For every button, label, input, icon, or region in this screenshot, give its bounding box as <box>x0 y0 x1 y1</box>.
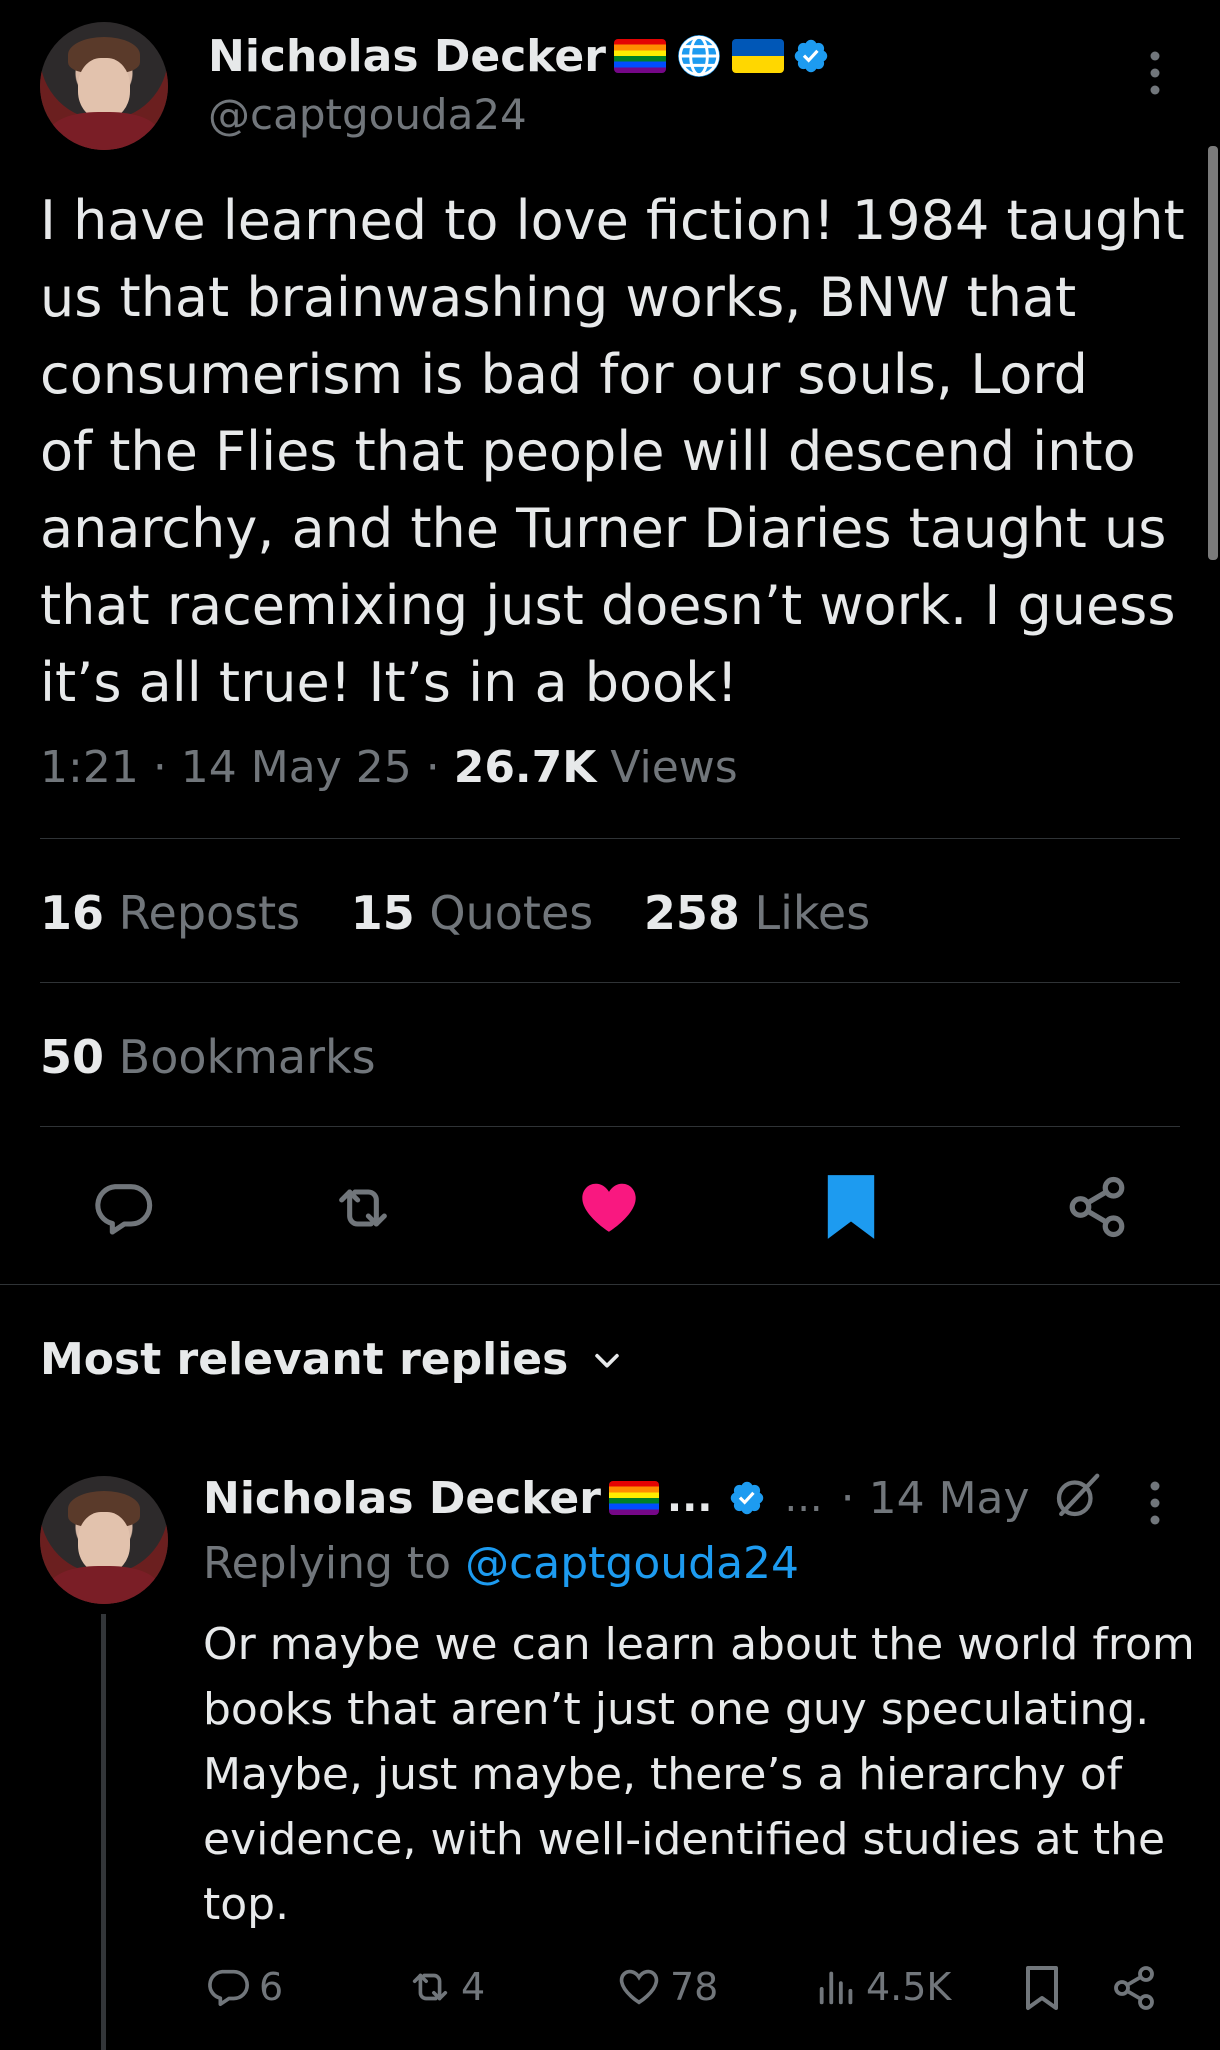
reply-text-line: top. <box>203 1879 290 1930</box>
reply-button[interactable] <box>88 1176 158 1240</box>
bookmarks-stat[interactable]: 50 Bookmarks <box>40 1030 376 1084</box>
verified-badge-icon <box>792 37 830 75</box>
bookmark-icon <box>827 1175 875 1239</box>
repost-button[interactable] <box>326 1176 400 1240</box>
likes-count: 258 <box>643 886 740 940</box>
reply-share-button[interactable] <box>1110 1964 1158 2012</box>
globe-icon <box>674 31 724 81</box>
reply-comment-button[interactable]: 6 <box>203 1964 283 2010</box>
likes-stat[interactable]: 258 Likes <box>644 886 870 940</box>
like-button[interactable] <box>574 1174 644 1240</box>
ukraine-flag-icon <box>731 39 784 73</box>
reply-text-line: books that aren’t just one guy speculati… <box>203 1684 1150 1735</box>
reply-views-button[interactable]: 4.5K <box>814 1964 951 2010</box>
reposts-count: 16 <box>40 886 105 940</box>
avatar[interactable] <box>40 22 168 150</box>
repost-icon <box>339 1189 387 1227</box>
reply-repost-button[interactable]: 4 <box>405 1964 485 2010</box>
divider <box>40 1126 1180 1127</box>
quotes-label: Quotes <box>429 886 594 940</box>
tweet-text: I have learned to love fiction! 1984 tau… <box>40 182 1190 721</box>
tweet-text-line: us that brainwashing works, BNW that <box>40 266 1077 329</box>
reply-reposts-count: 4 <box>461 1965 486 2009</box>
tweet-text-line: it’s all true! It’s in a book! <box>40 651 739 714</box>
views-count: 26.7K <box>453 742 597 793</box>
tweet-text-line: consumerism is bad for our souls, Lord <box>40 343 1088 406</box>
replying-to: Replying to @captgouda24 <box>203 1538 799 1589</box>
reply-avatar[interactable] <box>40 1476 168 1604</box>
repost-icon <box>412 1973 448 2001</box>
divider <box>40 982 1180 983</box>
tweet-text-line: anarchy, and the Turner Diaries taught u… <box>40 497 1167 560</box>
heart-icon <box>619 1969 659 2005</box>
rainbow-flag-icon <box>613 39 666 73</box>
replying-handle-link[interactable]: @captgouda24 <box>465 1538 799 1589</box>
divider <box>40 838 1180 839</box>
stats-row: 16 Reposts 15 Quotes 258 Likes <box>40 886 870 940</box>
bookmark-icon <box>1026 1966 1058 2010</box>
bookmark-button[interactable] <box>822 1172 880 1242</box>
chevron-down-icon <box>595 1353 620 1368</box>
reply-text-line: Maybe, just maybe, there’s a hierarchy o… <box>203 1749 1123 1800</box>
tweet-meta: 1:21 · 14 May 25 · 26.7K Views <box>40 742 738 793</box>
tweet-date[interactable]: 14 May 25 <box>181 742 412 793</box>
tweet-time[interactable]: 1:21 <box>40 742 139 793</box>
author-name-row: Nicholas Decker <box>208 28 830 84</box>
more-icon[interactable] <box>1140 48 1170 98</box>
author-name[interactable]: Nicholas Decker <box>208 31 606 82</box>
heart-icon <box>582 1183 636 1232</box>
reply-header: Nicholas Decker ... ... · 14 May <box>203 1466 1104 1530</box>
quotes-count: 15 <box>350 886 415 940</box>
reply-text-line: Or maybe we can learn about the world fr… <box>203 1619 1195 1670</box>
reply-views-count: 4.5K <box>866 1965 952 2009</box>
reposts-label: Reposts <box>118 886 301 940</box>
reply-likes-count: 78 <box>670 1965 719 2009</box>
share-icon <box>1114 1966 1154 2010</box>
reply-comments-count: 6 <box>259 1965 284 2009</box>
reply-text-line: evidence, with well-identified studies a… <box>203 1814 1166 1865</box>
tweet-text-line: that racemixing just doesn’t work. I gue… <box>40 574 1176 637</box>
views-icon <box>819 1971 853 2005</box>
grok-icon[interactable] <box>1050 1469 1104 1527</box>
reply-date[interactable]: · 14 May <box>841 1473 1030 1524</box>
views-label: Views <box>610 742 738 793</box>
reply-more-icon[interactable] <box>1140 1478 1170 1528</box>
author-handle[interactable]: @captgouda24 <box>208 90 527 139</box>
tweet-text-line: of the Flies that people will descend in… <box>40 420 1136 483</box>
share-icon <box>1069 1176 1125 1238</box>
thread-line <box>101 1614 106 2050</box>
scrollbar[interactable] <box>1208 146 1218 560</box>
reply-icon <box>95 1184 153 1235</box>
bookmarks-count: 50 <box>40 1030 105 1084</box>
share-button[interactable] <box>1064 1174 1130 1240</box>
replies-header: Most relevant replies <box>40 1334 569 1385</box>
reposts-stat[interactable]: 16 Reposts <box>40 886 300 940</box>
bookmarks-label: Bookmarks <box>118 1030 376 1084</box>
reply-like-button[interactable]: 78 <box>614 1964 718 2010</box>
replies-sort-dropdown[interactable]: Most relevant replies <box>40 1334 624 1385</box>
reply-bookmark-button[interactable] <box>1022 1964 1062 2012</box>
quotes-stat[interactable]: 15 Quotes <box>351 886 593 940</box>
rainbow-flag-icon <box>608 1481 659 1515</box>
verified-badge-icon <box>728 1479 766 1517</box>
tweet-text-line: I have learned to love fiction! 1984 tau… <box>40 189 1185 252</box>
replying-prefix: Replying to <box>203 1538 452 1589</box>
name-ellipsis: ... <box>666 1475 713 1521</box>
handle-ellipsis: ... <box>784 1475 823 1521</box>
reply-icon <box>208 1969 249 2007</box>
reply-text: Or maybe we can learn about the world fr… <box>203 1612 1195 1937</box>
reply-author-name[interactable]: Nicholas Decker <box>203 1473 601 1524</box>
likes-label: Likes <box>754 886 871 940</box>
section-divider <box>0 1284 1220 1285</box>
